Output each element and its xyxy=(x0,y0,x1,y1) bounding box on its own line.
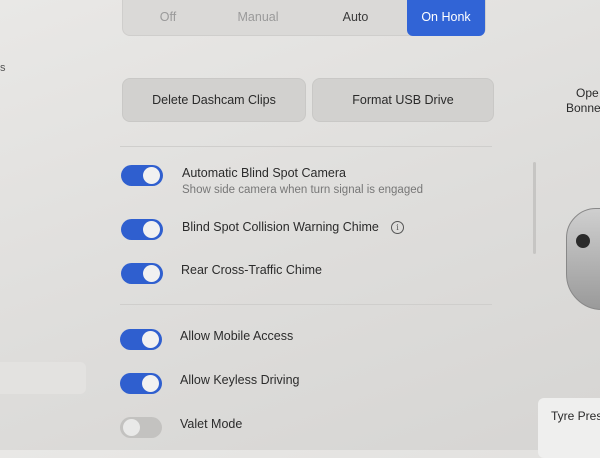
valet-mode-toggle[interactable] xyxy=(120,417,162,438)
left-panel-box[interactable] xyxy=(0,362,86,394)
right-panel-line1: Ope xyxy=(576,86,599,100)
format-usb-drive-button[interactable]: Format USB Drive xyxy=(312,78,494,122)
mobile-access-label: Allow Mobile Access xyxy=(180,329,294,343)
blind-spot-camera-label: Automatic Blind Spot Camera xyxy=(182,166,346,180)
scrollbar[interactable] xyxy=(533,162,536,254)
right-panel-line2: Bonne xyxy=(566,101,600,115)
tyre-pressure-card[interactable] xyxy=(538,398,600,458)
car-image xyxy=(566,208,600,310)
mode-manual-option[interactable]: Manual xyxy=(213,0,303,35)
info-icon[interactable]: i xyxy=(391,221,404,234)
keyless-driving-toggle[interactable] xyxy=(120,373,162,394)
left-panel-fragment: s xyxy=(0,62,6,74)
collision-warning-chime-toggle[interactable] xyxy=(121,219,163,240)
headlights-mode-selector: Off Manual Auto On Honk xyxy=(122,0,486,36)
blind-spot-camera-toggle[interactable] xyxy=(121,165,163,186)
section-divider xyxy=(120,146,492,147)
collision-warning-chime-label: Blind Spot Collision Warning Chime xyxy=(182,220,379,234)
blind-spot-camera-description: Show side camera when turn signal is eng… xyxy=(182,184,424,196)
car-wheel xyxy=(576,234,590,248)
mode-off-option[interactable]: Off xyxy=(123,0,213,35)
mode-auto-option[interactable]: Auto xyxy=(303,0,408,35)
delete-dashcam-clips-button[interactable]: Delete Dashcam Clips xyxy=(122,78,306,122)
section-divider xyxy=(120,304,492,305)
rear-cross-traffic-toggle[interactable] xyxy=(121,263,163,284)
valet-mode-label: Valet Mode xyxy=(180,417,243,431)
tyre-pressure-label: Tyre Pres xyxy=(551,409,600,423)
mobile-access-toggle[interactable] xyxy=(120,329,162,350)
mode-on-honk-option[interactable]: On Honk xyxy=(407,0,485,36)
keyless-driving-label: Allow Keyless Driving xyxy=(180,373,300,387)
rear-cross-traffic-label: Rear Cross-Traffic Chime xyxy=(181,263,322,277)
